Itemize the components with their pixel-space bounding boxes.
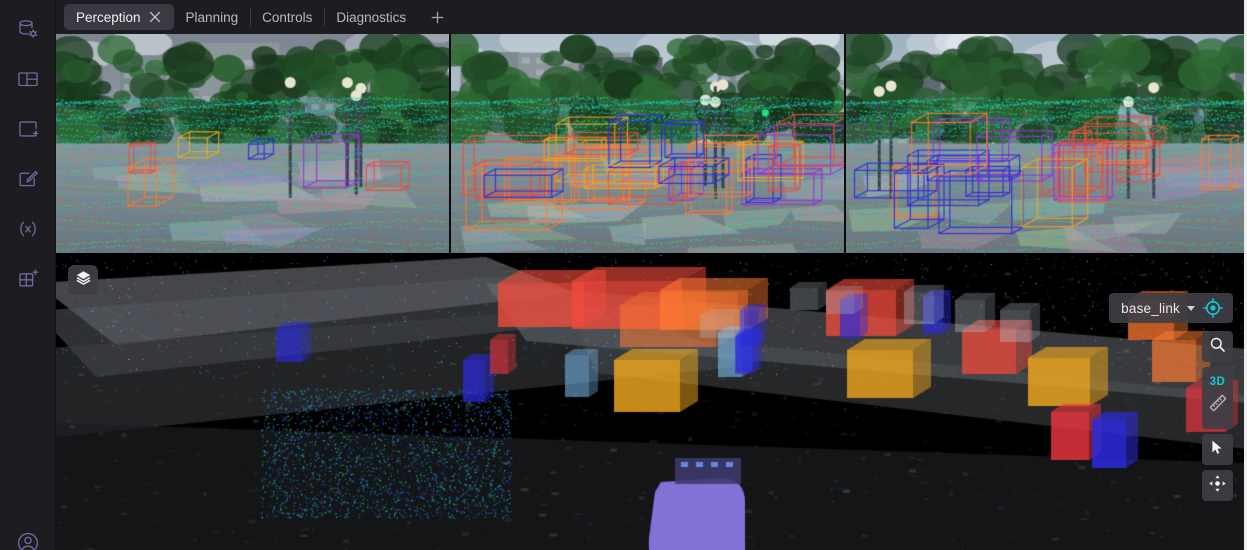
measure-tool-button[interactable]: 3D: [1202, 367, 1233, 429]
layers-button[interactable]: [68, 265, 98, 295]
edit-panel-icon: [16, 167, 40, 191]
application-window: Perception Planning Controls Diagnostics: [0, 0, 1247, 550]
sidebar-item-add-layout[interactable]: [7, 258, 49, 300]
tab-label: Diagnostics: [336, 9, 407, 25]
add-panel-icon: [16, 117, 40, 141]
tab-controls[interactable]: Controls: [250, 4, 324, 30]
camera-panel-front-left[interactable]: [56, 34, 449, 253]
user-avatar-icon: [15, 530, 41, 550]
crosshair-target-icon[interactable]: [1202, 297, 1224, 319]
left-sidebar: [0, 0, 56, 550]
search-tool-button[interactable]: [1202, 331, 1233, 362]
sidebar-item-edit-panel[interactable]: [7, 158, 49, 200]
variable-x-icon: [16, 217, 40, 241]
camera-panel-row: [56, 34, 1247, 253]
tab-label: Controls: [262, 9, 313, 25]
add-layout-icon: [16, 267, 40, 291]
camera-panel-front-right[interactable]: [846, 34, 1247, 253]
measure-mode-label: 3D: [1209, 375, 1226, 388]
tab-label: Perception: [76, 9, 141, 25]
sidebar-bottom-section: [0, 522, 56, 550]
frame-selector[interactable]: base_link: [1109, 293, 1233, 323]
ruler-icon: [1207, 392, 1229, 419]
select-tool-button[interactable]: [1202, 434, 1233, 465]
pointcloud-3d-viewport[interactable]: base_link 3D: [56, 253, 1247, 550]
viewport-tool-stack: 3D: [1202, 331, 1233, 501]
pan-tool-button[interactable]: [1202, 470, 1233, 501]
tab-perception[interactable]: Perception: [64, 4, 174, 30]
add-tab-button[interactable]: [422, 4, 452, 30]
tab-bar: Perception Planning Controls Diagnostics: [56, 0, 1247, 34]
workspace: Perception Planning Controls Diagnostics: [56, 0, 1247, 550]
database-gear-icon: [16, 17, 40, 41]
tab-label: Planning: [185, 9, 239, 25]
chevron-down-icon: [1187, 305, 1195, 311]
search-icon: [1209, 336, 1226, 358]
sidebar-item-user-account[interactable]: [7, 522, 49, 550]
frame-selector-value: base_link: [1121, 300, 1180, 316]
tab-planning[interactable]: Planning: [174, 4, 251, 30]
cursor-arrow-icon: [1209, 439, 1226, 461]
plus-icon: [431, 11, 444, 23]
camera-panel-front[interactable]: [451, 34, 844, 253]
sidebar-item-data-source-settings[interactable]: [7, 8, 49, 50]
sidebar-item-add-panel[interactable]: [7, 108, 49, 150]
layout-grid-icon: [16, 67, 40, 91]
sidebar-item-variables[interactable]: [7, 208, 49, 250]
layers-icon: [75, 269, 92, 291]
tab-diagnostics[interactable]: Diagnostics: [324, 4, 418, 30]
move-arrows-icon: [1208, 474, 1227, 498]
close-icon[interactable]: [149, 11, 162, 24]
sidebar-item-layout-grid[interactable]: [7, 58, 49, 100]
